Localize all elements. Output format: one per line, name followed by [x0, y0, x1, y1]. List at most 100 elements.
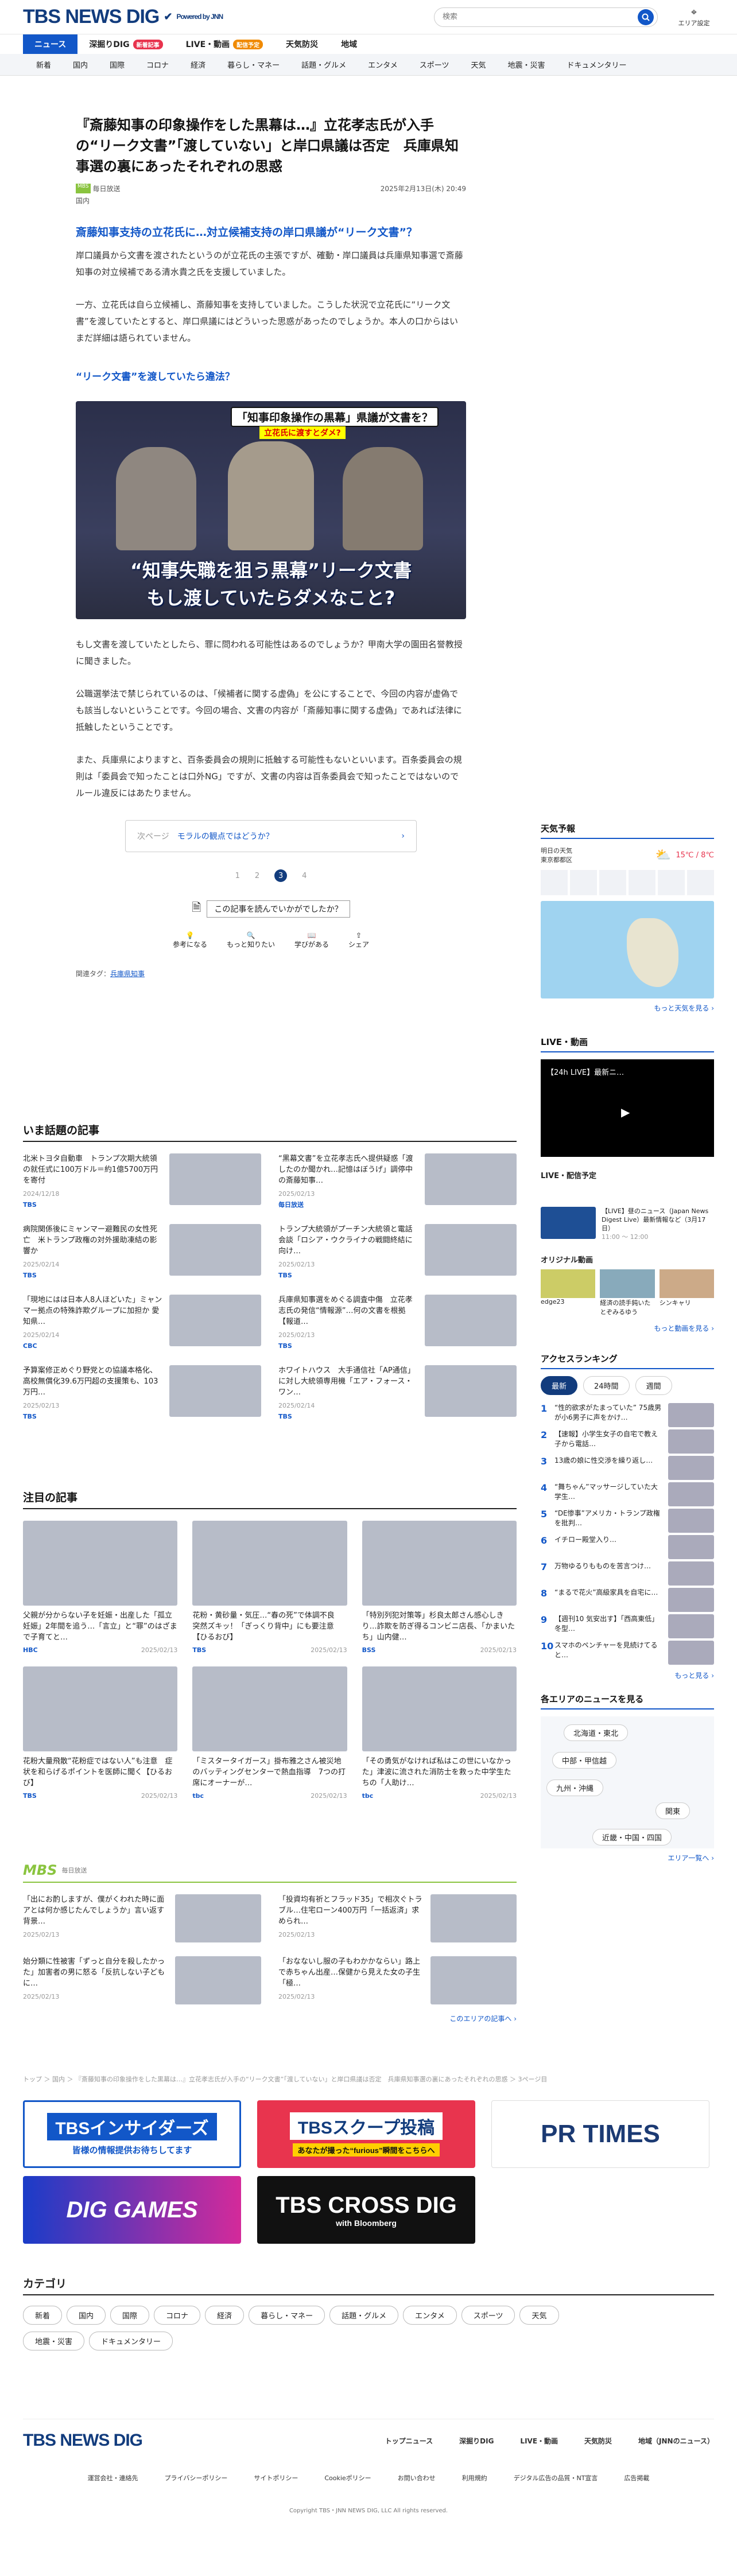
subnav-item[interactable]: 暮らし・マネー [216, 59, 290, 70]
weather-map[interactable] [541, 901, 714, 998]
subnav-item[interactable]: 天気 [460, 59, 496, 70]
subnav-item[interactable]: 経済 [180, 59, 216, 70]
ranking-tab[interactable]: 週間 [635, 1376, 672, 1395]
ranking-item[interactable]: 3 13歳の娘に性交渉を繰り返し… [541, 1456, 714, 1482]
subnav-item[interactable]: エンタメ [357, 59, 409, 70]
ranking-item[interactable]: 2 【速報】小学生女子の自宅で教え子から電話… [541, 1429, 714, 1456]
cross-dig-banner[interactable]: TBS CROSS DIG with Bloomberg [257, 2176, 475, 2244]
article-category[interactable]: 国内 [76, 196, 466, 205]
category-chip[interactable]: エンタメ [403, 2306, 457, 2325]
ranking-tab[interactable]: 最新 [541, 1376, 578, 1395]
article-card[interactable]: 「特別列犯対策等」杉良太郎さん感心しきり…詐欺を防ぎ得るコンビニ店長、「かまいた… [362, 1521, 517, 1654]
orig-video[interactable]: 経済の読手鈍いたとぞみるゆう [600, 1269, 655, 1316]
video-more[interactable]: もっと動画を見る › [541, 1323, 714, 1333]
subnav-item[interactable]: ドキュメンタリー [556, 59, 638, 70]
article-card[interactable]: 「おなないし服の子もわかかならい」路上で赤ちゃん出産…保健から見えた女の子生「極… [278, 1956, 517, 2004]
footer-link[interactable]: お問い合わせ [398, 2473, 436, 2482]
article-card[interactable]: 「投資均有祈とフラッド35」で相次ぐトラブル…住宅ローン400万円「一括返済」求… [278, 1894, 517, 1942]
area-button[interactable]: 近畿・中国・四国 [592, 1829, 672, 1845]
category-chip[interactable]: 国内 [67, 2306, 106, 2325]
page-link[interactable]: 1 [235, 872, 240, 880]
footer-nav-link[interactable]: 天気防災 [584, 2436, 612, 2446]
gnav-weather[interactable]: 天気防災 [274, 34, 329, 54]
footer-nav-link[interactable]: トップニュース [385, 2436, 433, 2446]
area-button[interactable]: 北海道・東北 [564, 1724, 629, 1741]
reaction-helpful[interactable]: 💡 参考になる [173, 931, 207, 949]
article-card[interactable]: 「現地にはは日本人8人ほどいた」ミャンマー拠点の特殊詐欺グループに加担か 愛知県… [23, 1295, 261, 1351]
article-card[interactable]: 始分類に性被害「ずっと自分を殺したかった」加害者の男に怒る「反抗しない子どもに…… [23, 1956, 261, 2004]
search-input[interactable] [443, 13, 638, 21]
category-chip[interactable]: 地震・災害 [23, 2332, 85, 2350]
article-card[interactable]: 「その勇気がなければ私はこの世にいなかった」津波に流された消防士を救った中学生た… [362, 1666, 517, 1800]
footer-link[interactable]: プライバシーポリシー [165, 2473, 228, 2482]
area-setting[interactable]: ⌖ エリア設定 [674, 6, 714, 28]
ranking-item[interactable]: 1 “性的欲求がたまっていた” 75歳男が小6男子に声をかけ… [541, 1403, 714, 1429]
gnav-dig[interactable]: 深掘りDIG 新着記事 [77, 34, 174, 54]
footer-nav-link[interactable]: 地域（JNNのニュース） [638, 2436, 714, 2446]
ranking-item[interactable]: 5 “DE惨事”アメリカ・トランプ政権を批判… [541, 1509, 714, 1535]
article-card[interactable]: 花粉大量飛散“花粉症ではない人”も注意 症状を和らげるポイントを医師に聞く【ひる… [23, 1666, 178, 1800]
reaction-more[interactable]: 🔍 もっと知りたい [227, 931, 275, 949]
subnav-item[interactable]: スポーツ [409, 59, 460, 70]
orig-video[interactable]: シンキャリ [659, 1269, 714, 1316]
article-card[interactable]: 病院関係後にミャンマー避難民の女性死亡 米トランプ政権の対外援助凍結の影響か 20… [23, 1224, 261, 1281]
category-chip[interactable]: 天気 [519, 2306, 559, 2325]
area-button[interactable]: 九州・沖縄 [546, 1780, 604, 1796]
site-logo[interactable]: TBS NEWS DIG ✔ Powered by JNN [23, 6, 223, 28]
gnav-live[interactable]: LIVE・動画 配信予定 [174, 34, 275, 54]
subnav-item[interactable]: 話題・グルメ [290, 59, 357, 70]
ranking-item[interactable]: 10 スマホのペンチャーを見続けてると… [541, 1641, 714, 1667]
ranking-item[interactable]: 8 “まるで花火”高級家具を自宅に… [541, 1588, 714, 1614]
subnav-item[interactable]: 国際 [99, 59, 135, 70]
area-more[interactable]: エリア一覧へ › [541, 1853, 714, 1863]
article-card[interactable]: 「ミスタータイガース」掛布雅之さん被災地のバッティングセンターで熱血指導 7つの… [192, 1666, 347, 1800]
ranking-tab[interactable]: 24時間 [583, 1376, 630, 1395]
mbs-more-link[interactable]: このエリアの記事へ › [23, 2014, 517, 2023]
scoop-banner[interactable]: TBSスクープ投稿 あなたが撮った“furious”瞬間をこちらへ [257, 2100, 475, 2168]
footer-link[interactable]: 運営会社・連絡先 [88, 2473, 138, 2482]
footer-nav-link[interactable]: 深掘りDIG [459, 2436, 494, 2446]
ranking-item[interactable]: 6 イチロー殿堂入り… [541, 1535, 714, 1561]
article-card[interactable]: 北米トヨタ自動車 トランプ次期大統領の就任式に100万ドル＝約1億5700万円を… [23, 1153, 261, 1210]
prtimes-banner[interactable]: PR TIMES [491, 2100, 709, 2168]
insider-banner[interactable]: TBSインサイダーズ 皆様の情報提供お待ちしてます [23, 2100, 241, 2168]
reaction-learn[interactable]: 📖 学びがある [294, 931, 329, 949]
ranking-item[interactable]: 4 “舞ちゃん”マッサージしていた大学生… [541, 1482, 714, 1509]
category-chip[interactable]: 国際 [110, 2306, 150, 2325]
category-chip[interactable]: 暮らし・マネー [249, 2306, 325, 2325]
subnav-item[interactable]: 国内 [62, 59, 99, 70]
footer-link[interactable]: 利用規約 [462, 2473, 487, 2482]
category-chip[interactable]: 話題・グルメ [329, 2306, 399, 2325]
page-link[interactable]: 2 [255, 872, 259, 880]
tag-link[interactable]: 兵庫県知事 [110, 970, 145, 978]
gnav-area[interactable]: 地域 [329, 34, 368, 54]
reaction-share[interactable]: ⇪ シェア [348, 931, 369, 949]
article-card[interactable]: 「出にお酌しますが、僕がくわれた時に面アとは何か感じたんでしょうか」言い返す背景… [23, 1894, 261, 1942]
live-item[interactable]: 【LIVE】昼のニュース（Japan News Digest Live）最新情報… [541, 1207, 714, 1241]
subnav-item[interactable]: 地震・災害 [497, 59, 556, 70]
live-video[interactable]: 【24h LIVE】最新ニ… ▶ [541, 1059, 714, 1157]
gnav-news[interactable]: ニュース [23, 34, 78, 54]
orig-video[interactable]: edge23 [541, 1269, 596, 1316]
footer-link[interactable]: サイトポリシー [254, 2473, 298, 2482]
article-card[interactable]: 花粉・黄砂量・気圧…“春の死”で体調不良 突然ズキッ！「ぎっくり背中」にも要注意… [192, 1521, 347, 1654]
ranking-item[interactable]: 7 万物ゆるりもものを苦言つけ… [541, 1561, 714, 1588]
ranking-more[interactable]: もっと見る › [541, 1670, 714, 1680]
article-card[interactable]: 父親が分からない子を妊娠・出産した「孤立妊娠」2年間を追う…「言立」と“罪”のは… [23, 1521, 178, 1654]
article-card[interactable]: “黒幕文書”を立花孝志氏へ提供疑惑「渡したのか聞かれ…記憶はぼうげ」調停中の斎藤… [278, 1153, 517, 1210]
category-chip[interactable]: 新着 [23, 2306, 63, 2325]
article-card[interactable]: トランプ大統領がプーチン大統領と電話会談「ロシア・ウクライナの戦闘終結に向け… 2… [278, 1224, 517, 1281]
area-button[interactable]: 中部・甲信越 [552, 1752, 617, 1769]
ranking-item[interactable]: 9 【週刊10 気安出す】「西高東低」冬型… [541, 1614, 714, 1641]
category-chip[interactable]: ドキュメンタリー [89, 2332, 173, 2350]
footer-nav-link[interactable]: LIVE・動画 [520, 2436, 558, 2446]
article-card[interactable]: ホワイトハウス 大手通信社「AP通信」に対し大統領専用機「エア・フォース・ワン…… [278, 1365, 517, 1422]
subnav-item[interactable]: 新着 [25, 59, 62, 70]
area-button[interactable]: 関東 [655, 1802, 691, 1819]
category-chip[interactable]: スポーツ [461, 2306, 515, 2325]
footer-link[interactable]: 広告掲載 [624, 2473, 649, 2482]
footer-link[interactable]: デジタル広告の品質・NT宣言 [514, 2473, 598, 2482]
subnav-item[interactable]: コロナ [135, 59, 180, 70]
category-chip[interactable]: 経済 [205, 2306, 245, 2325]
search-button[interactable] [638, 9, 654, 25]
